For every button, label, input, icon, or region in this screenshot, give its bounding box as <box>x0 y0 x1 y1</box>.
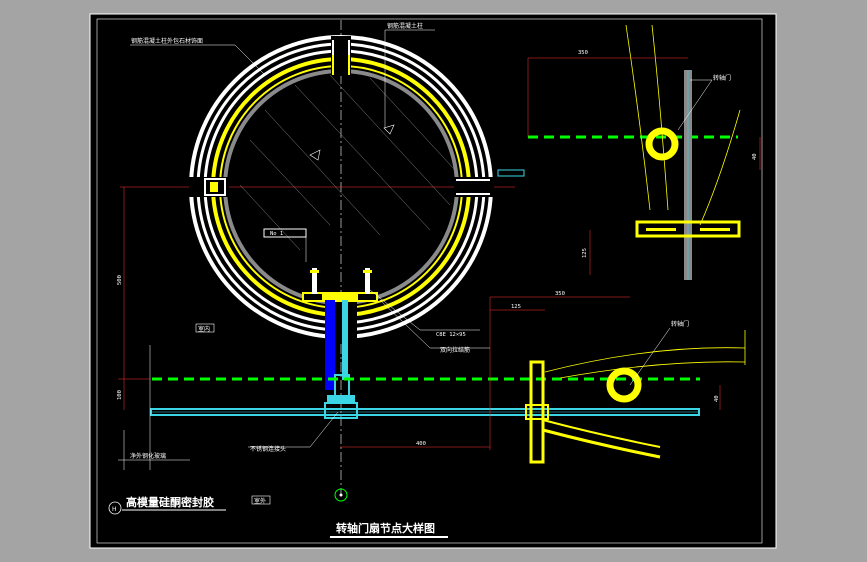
detail-marker-letter: H <box>112 506 117 513</box>
note-steel-joint: 不锈钢连接头 <box>250 445 286 453</box>
bolt-spec: C8E 12×95 <box>436 332 466 338</box>
note-stone-cladding: 钢筋混凝土柱外包石材饰面 <box>131 37 203 45</box>
dim-left-100: 100 <box>117 390 123 400</box>
dim-right-40: 40 <box>752 153 758 160</box>
sheet-background <box>89 13 777 549</box>
dim-left-500: 500 <box>117 275 123 285</box>
indoor-left: 室内 <box>198 325 210 333</box>
note-pivot-door-bottom: 转轴门 <box>671 320 689 328</box>
dim-mid-125: 125 <box>511 304 521 310</box>
note-pivot-door-top: 转轴门 <box>713 74 731 82</box>
dim-top-350: 350 <box>578 50 588 56</box>
note-anchor: 双向拉结筋 <box>440 346 470 354</box>
drawing-title: 转轴门扇节点大样图 <box>336 521 435 535</box>
indoor-right: 室外 <box>254 497 266 505</box>
dim-right-bottom-40: 40 <box>714 395 720 402</box>
note-floor: 净外钢化玻璃 <box>130 452 166 460</box>
dim-right-125: 125 <box>582 248 588 258</box>
note-sealant: 高模量硅酮密封胶 <box>126 495 214 509</box>
note-concrete-column: 钢筋混凝土柱 <box>387 22 423 30</box>
cad-drawing: 钢筋混凝土柱外包石材饰面 钢筋混凝土柱 转轴门 转轴门 No 1 C8E 12×… <box>89 13 777 549</box>
section-tag: No 1 <box>270 231 283 237</box>
dim-mid-350: 350 <box>555 291 565 297</box>
dim-mid-400: 400 <box>416 441 426 447</box>
